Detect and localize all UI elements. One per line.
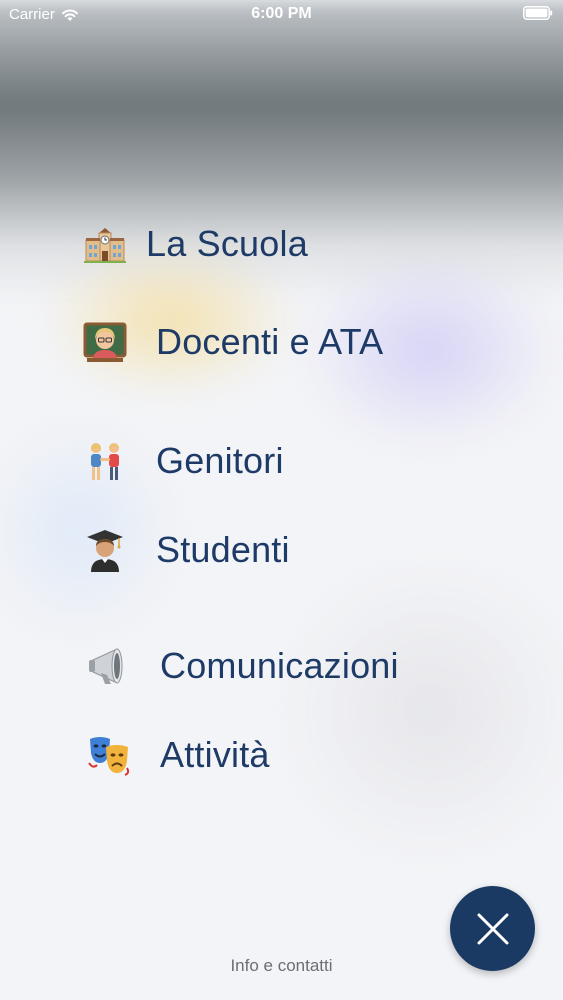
status-bar: Carrier 6:00 PM [0,0,563,30]
menu-item-studenti[interactable]: Studenti [82,527,290,573]
menu-item-label: Docenti e ATA [156,321,384,362]
megaphone-icon [86,643,132,689]
menu-item-label: Attività [160,734,270,775]
teacher-icon [82,319,128,365]
menu-item-la-scuola[interactable]: La Scuola [82,221,308,267]
status-time: 6:00 PM [251,5,312,22]
info-contacts-link[interactable]: Info e contatti [0,956,563,976]
school-icon [82,221,128,267]
menu-item-attivita[interactable]: Attività [86,732,270,778]
menu-item-label: Studenti [156,529,290,570]
blurred-background [0,0,563,1000]
menu-item-comunicazioni[interactable]: Comunicazioni [86,643,399,689]
student-icon [82,527,128,573]
menu-item-label: Comunicazioni [160,645,399,686]
menu-item-genitori[interactable]: Genitori [82,438,284,484]
menu-item-label: La Scuola [146,223,308,264]
close-icon [477,913,508,944]
parents-icon [82,438,128,484]
theater-masks-icon [86,732,132,778]
menu-item-label: Genitori [156,440,284,481]
menu-item-docenti-e-ata[interactable]: Docenti e ATA [82,319,383,365]
battery-icon [523,6,553,20]
